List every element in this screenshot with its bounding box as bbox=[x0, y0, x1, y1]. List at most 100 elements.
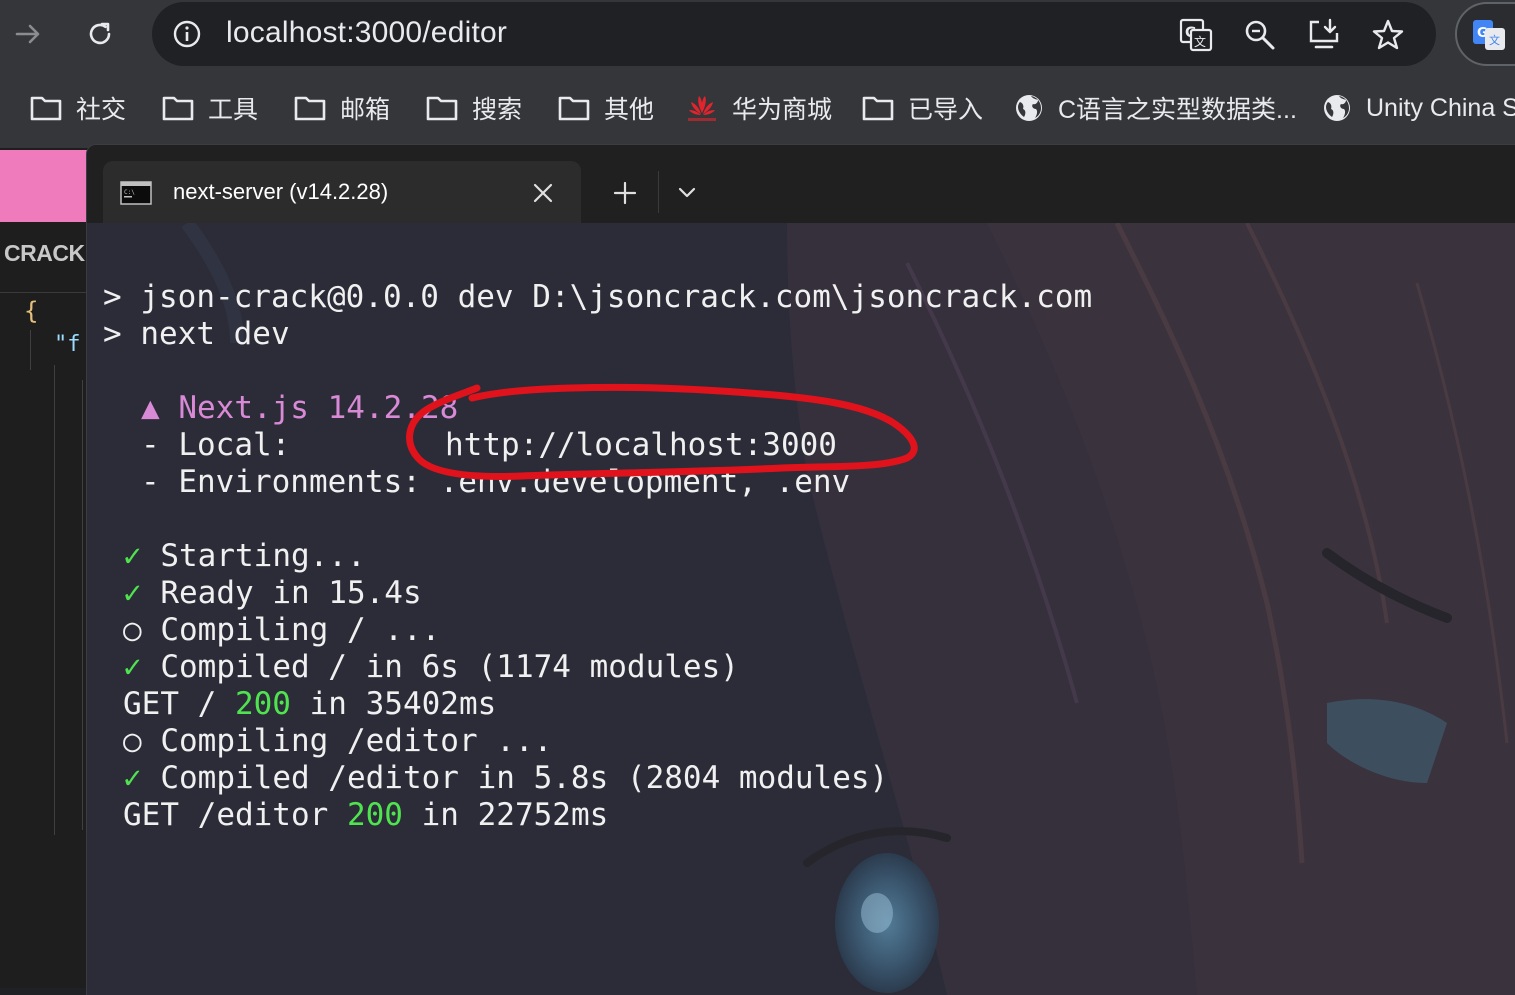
browser-toolbar: localhost:3000/editor G文 G文 bbox=[0, 0, 1515, 68]
bookmarks-bar: 社交 工具 邮箱 搜索 其他 华为商城 已导入 C语言之实型数据类... Uni… bbox=[0, 68, 1515, 148]
folder-icon bbox=[30, 96, 62, 121]
local-url-text[interactable]: http://localhost:3000 bbox=[445, 427, 837, 463]
svg-text:文: 文 bbox=[1194, 34, 1206, 49]
code-key: "f bbox=[54, 332, 81, 357]
bookmark-label: 搜索 bbox=[472, 96, 523, 124]
close-tab-button[interactable] bbox=[527, 177, 559, 209]
google-translate-icon: G文 bbox=[1473, 20, 1505, 50]
svg-text:文: 文 bbox=[1489, 33, 1500, 47]
terminal-line: ✓ Compiled / in 6s (1174 modules) bbox=[123, 649, 739, 685]
bookmark-label: 邮箱 bbox=[340, 96, 391, 124]
info-icon bbox=[173, 20, 201, 48]
line-text: Ready in 15.4s bbox=[141, 575, 422, 611]
folder-icon bbox=[558, 96, 590, 121]
globe-icon bbox=[1016, 95, 1042, 121]
bookmark-folder-tools[interactable]: 工具 bbox=[162, 90, 258, 126]
terminal-line: ✓ Compiled /editor in 5.8s (2804 modules… bbox=[123, 760, 888, 796]
terminal-line: GET /editor 200 in 22752ms bbox=[123, 797, 608, 833]
svg-text:C:\: C:\ bbox=[124, 189, 135, 196]
terminal-tab-title: next-server (v14.2.28) bbox=[173, 179, 389, 204]
reload-icon bbox=[89, 22, 111, 45]
line-text: Compiled /editor in 5.8s (2804 modules) bbox=[141, 760, 889, 796]
terminal-line-nextjs: ▲ Next.js 14.2.28 bbox=[141, 390, 459, 426]
bookmark-label: C语言之实型数据类... bbox=[1058, 96, 1297, 124]
bookmark-label: 华为商城 bbox=[732, 96, 833, 124]
check-mark: ✓ bbox=[123, 575, 142, 611]
code-brace: { bbox=[24, 297, 39, 325]
command-prompt-icon: C:\ bbox=[120, 181, 152, 205]
bookmark-label: 已导入 bbox=[908, 96, 984, 124]
line-text: Compiled / in 6s (1174 modules) bbox=[141, 649, 739, 685]
google-translate-extension-button[interactable]: G文 bbox=[1455, 2, 1515, 66]
page-logo: CRACK bbox=[4, 240, 85, 266]
terminal-tab[interactable]: C:\ next-server (v14.2.28) bbox=[103, 161, 581, 225]
terminal-line: ○ Compiling /editor ... bbox=[123, 723, 553, 759]
new-tab-button[interactable] bbox=[607, 175, 643, 211]
url-text[interactable]: localhost:3000/editor bbox=[226, 16, 507, 50]
address-bar[interactable]: localhost:3000/editor G文 bbox=[152, 2, 1436, 66]
line-text: in 35402ms bbox=[290, 686, 497, 722]
terminal-tab-bar: C:\ next-server (v14.2.28) bbox=[87, 145, 1515, 225]
huawei-logo-icon bbox=[688, 96, 716, 121]
install-app-button[interactable] bbox=[1305, 16, 1343, 54]
status-code: 200 bbox=[346, 797, 403, 833]
bookmark-folder-search[interactable]: 搜索 bbox=[426, 90, 522, 126]
bookmark-folder-imported[interactable]: 已导入 bbox=[862, 90, 983, 126]
tab-dropdown-button[interactable] bbox=[669, 175, 705, 211]
terminal-line: - Environments: .env.development, .env bbox=[141, 464, 851, 500]
reload-button[interactable] bbox=[76, 10, 124, 58]
globe-icon bbox=[1324, 95, 1350, 121]
web-page-background bbox=[0, 148, 90, 988]
terminal-window: C:\ next-server (v14.2.28) > json-crack@… bbox=[86, 144, 1515, 995]
folder-icon bbox=[426, 96, 458, 121]
translate-icon: G文 bbox=[1179, 18, 1213, 52]
plus-icon bbox=[613, 181, 637, 205]
terminal-line: > next dev bbox=[103, 316, 290, 352]
status-code: 200 bbox=[234, 686, 291, 722]
terminal-output[interactable]: > json-crack@0.0.0 dev D:\jsoncrack.com\… bbox=[87, 223, 1515, 995]
bookmark-label: 工具 bbox=[208, 96, 259, 124]
zoom-button[interactable] bbox=[1241, 16, 1279, 54]
forward-button[interactable] bbox=[4, 10, 52, 58]
folder-icon bbox=[862, 96, 894, 121]
bookmark-label: Unity China S bbox=[1366, 93, 1515, 122]
arrow-right-icon bbox=[15, 24, 40, 44]
check-mark: ✓ bbox=[123, 649, 142, 685]
install-icon bbox=[1309, 18, 1339, 49]
page-banner bbox=[0, 150, 90, 222]
star-icon bbox=[1372, 19, 1404, 50]
line-text: in 22752ms bbox=[402, 797, 609, 833]
page-divider bbox=[0, 292, 90, 293]
bookmark-folder-social[interactable]: 社交 bbox=[30, 90, 126, 126]
bookmark-label: 其他 bbox=[604, 96, 655, 124]
terminal-line-local-label: - Local: bbox=[141, 427, 291, 463]
indent-guide bbox=[54, 365, 55, 835]
terminal-line: ✓ Starting... bbox=[123, 538, 366, 574]
terminal-line: ○ Compiling / ... bbox=[123, 612, 441, 648]
bookmark-huawei-mall[interactable]: 华为商城 bbox=[686, 90, 832, 126]
line-text: Starting... bbox=[141, 538, 366, 574]
bookmark-star-button[interactable] bbox=[1369, 16, 1407, 54]
bookmark-folder-mail[interactable]: 邮箱 bbox=[294, 90, 390, 126]
bookmark-label: 社交 bbox=[76, 96, 127, 124]
chevron-down-icon bbox=[678, 187, 696, 198]
check-mark: ✓ bbox=[123, 760, 142, 796]
line-text: GET / bbox=[123, 686, 235, 722]
terminal-line: ✓ Ready in 15.4s bbox=[123, 575, 422, 611]
bookmark-c-language[interactable]: C语言之实型数据类... bbox=[1014, 90, 1297, 126]
line-text: GET /editor bbox=[123, 797, 347, 833]
check-mark: ✓ bbox=[123, 538, 142, 574]
terminal-line: > json-crack@0.0.0 dev D:\jsoncrack.com\… bbox=[103, 279, 1093, 315]
close-icon bbox=[533, 183, 553, 203]
indent-guide bbox=[30, 330, 31, 370]
site-info-button[interactable] bbox=[172, 19, 202, 53]
translate-button[interactable]: G文 bbox=[1177, 16, 1215, 54]
folder-icon bbox=[162, 96, 194, 121]
terminal-line: GET / 200 in 35402ms bbox=[123, 686, 496, 722]
magnifier-icon bbox=[1245, 20, 1275, 50]
folder-icon bbox=[294, 96, 326, 121]
bookmark-folder-other[interactable]: 其他 bbox=[558, 90, 654, 126]
bookmark-unity-china[interactable]: Unity China S bbox=[1322, 90, 1515, 126]
tab-separator bbox=[658, 171, 659, 213]
indent-guide bbox=[82, 380, 83, 830]
